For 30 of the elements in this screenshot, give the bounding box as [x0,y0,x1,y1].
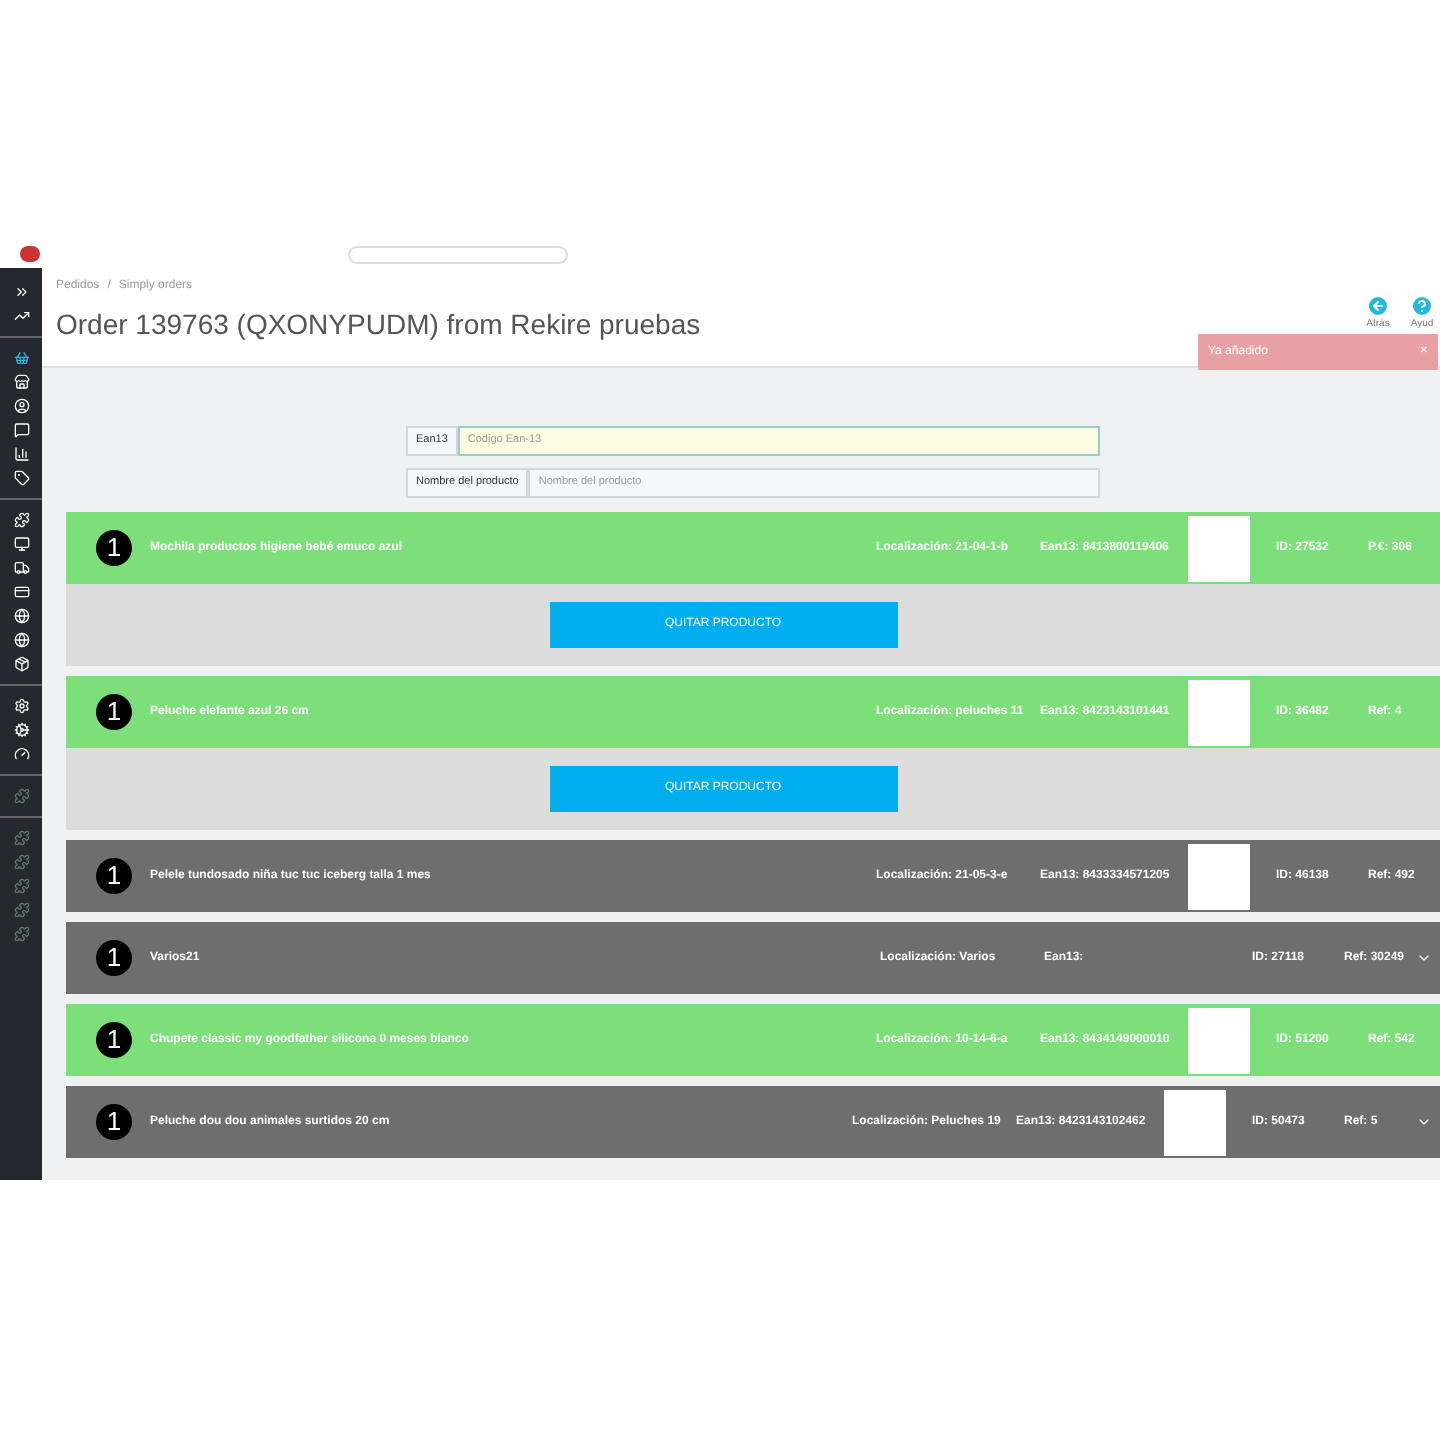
quantity-badge: 1 [96,858,132,894]
tag-icon[interactable] [13,470,29,486]
logo-icon [20,246,40,262]
quantity-badge: 1 [96,694,132,730]
gauge-icon[interactable] [13,746,29,762]
quantity-badge: 1 [96,1022,132,1058]
help-icon [1410,294,1434,318]
globe-icon[interactable] [13,608,29,624]
quantity-badge: 1 [96,1104,132,1140]
chat-icon[interactable] [13,422,29,438]
quantity-badge: 1 [96,940,132,976]
settings-icon[interactable] [13,698,29,714]
chevron-icon[interactable] [1416,950,1432,966]
search-field[interactable] [348,245,568,263]
chart-icon[interactable] [13,446,29,462]
card-icon[interactable] [13,584,29,600]
basket-icon[interactable] [13,350,29,366]
cog-icon[interactable] [13,722,29,738]
globe-icon[interactable] [13,632,29,648]
store-icon[interactable] [13,374,29,390]
user-icon[interactable] [13,398,29,414]
back-icon [1366,294,1390,318]
package-icon[interactable] [13,656,29,672]
truck-icon[interactable] [13,560,29,576]
expand-icon[interactable] [13,284,29,300]
monitor-icon[interactable] [13,536,29,552]
chevron-icon[interactable] [1416,1114,1432,1130]
page-title: Order 139763 (QXONYPUDM) from Rekire pruebas [56,306,701,344]
quantity-badge: 1 [96,530,132,566]
trend-icon[interactable] [13,308,29,324]
